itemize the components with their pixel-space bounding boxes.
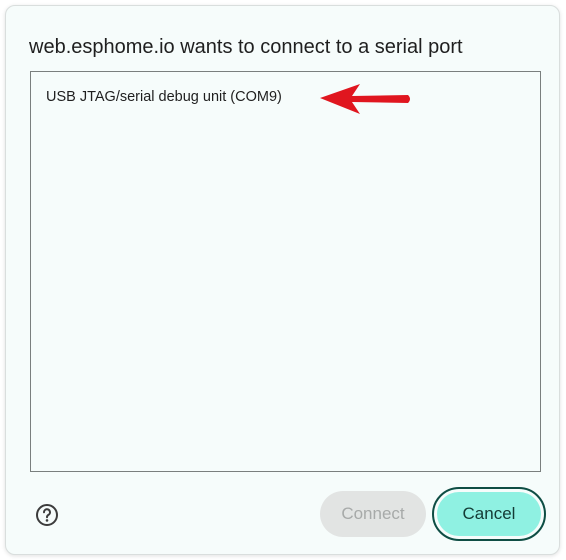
dialog-title: web.esphome.io wants to connect to a ser… <box>29 36 463 58</box>
connect-button[interactable]: Connect <box>320 491 426 537</box>
help-icon[interactable] <box>35 503 59 527</box>
serial-port-dialog: web.esphome.io wants to connect to a ser… <box>5 5 560 555</box>
cancel-button[interactable]: Cancel <box>432 487 546 541</box>
list-item-port-com9[interactable]: USB JTAG/serial debug unit (COM9) <box>31 84 540 110</box>
annotation-arrow-icon <box>320 84 410 114</box>
port-label: USB JTAG/serial debug unit (COM9) <box>46 89 282 105</box>
serial-port-list[interactable]: USB JTAG/serial debug unit (COM9) <box>30 71 541 472</box>
